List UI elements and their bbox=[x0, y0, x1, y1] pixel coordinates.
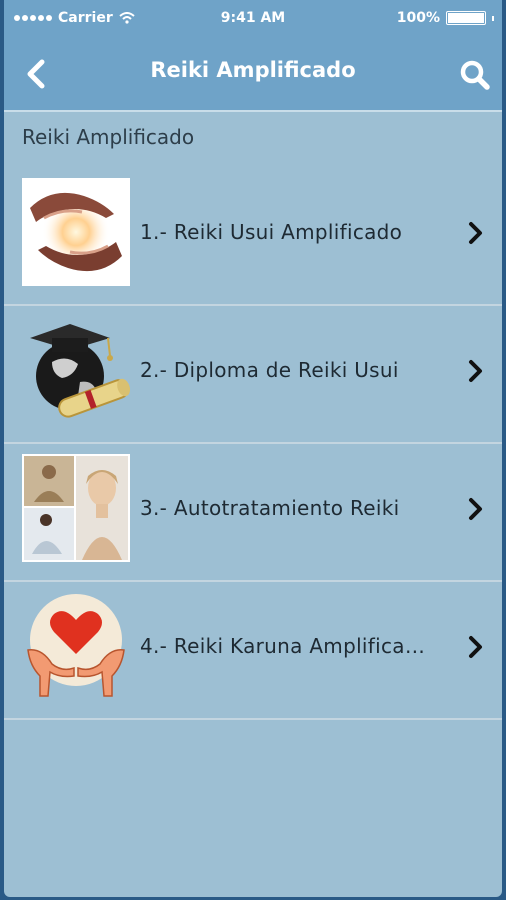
phone-screen: Carrier 9:41 AM 100% Reiki Amplificado R… bbox=[4, 0, 502, 897]
chevron-left-icon bbox=[27, 59, 45, 89]
navbar-divider bbox=[4, 110, 502, 112]
battery-percent: 100% bbox=[396, 10, 440, 26]
search-button[interactable] bbox=[458, 58, 492, 92]
chevron-right-icon bbox=[469, 498, 482, 520]
back-button[interactable] bbox=[20, 56, 52, 92]
list-item-label: 2.- Diploma de Reiki Usui bbox=[140, 358, 399, 382]
search-icon bbox=[460, 60, 490, 90]
list-item[interactable]: 1.- Reiki Usui Amplificado bbox=[4, 168, 502, 306]
reiki-hands-icon bbox=[22, 178, 130, 286]
page-title: Reiki Amplificado bbox=[150, 58, 356, 82]
item-list: 1.- Reiki Usui Amplificado 2.- Diploma d… bbox=[4, 168, 502, 720]
list-item-label: 4.- Reiki Karuna Amplificado bbox=[140, 634, 430, 658]
list-item[interactable]: 2.- Diploma de Reiki Usui bbox=[4, 306, 502, 444]
section-title: Reiki Amplificado bbox=[22, 125, 195, 149]
list-item[interactable]: 3.- Autotratamiento Reiki bbox=[4, 444, 502, 582]
navigation-bar: Carrier 9:41 AM 100% Reiki Amplificado bbox=[4, 0, 502, 110]
chevron-right-icon bbox=[469, 222, 482, 244]
list-item-label: 3.- Autotratamiento Reiki bbox=[140, 496, 400, 520]
status-bar: Carrier 9:41 AM 100% bbox=[4, 8, 502, 30]
list-item-label: 1.- Reiki Usui Amplificado bbox=[140, 220, 403, 244]
chevron-right-icon bbox=[469, 360, 482, 382]
list-item[interactable]: 4.- Reiki Karuna Amplificado bbox=[4, 582, 502, 720]
heart-hands-icon bbox=[22, 592, 130, 700]
chevron-right-icon bbox=[469, 636, 482, 658]
self-treatment-photo-icon bbox=[22, 454, 130, 562]
diploma-globe-icon bbox=[22, 316, 131, 424]
battery-icon bbox=[446, 11, 486, 25]
